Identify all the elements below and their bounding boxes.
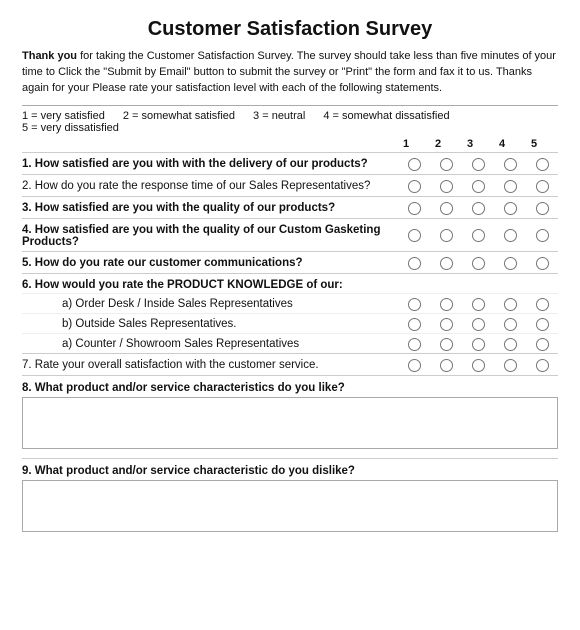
question-6a-text: a) Order Desk / Inside Sales Representat… [22,298,398,310]
q3-radio-4[interactable] [504,202,517,215]
q6b-radio-2[interactable] [440,318,453,331]
q1-radio-1[interactable] [408,158,421,171]
question-6c-ratings [398,338,558,351]
col-header-3: 3 [454,138,486,150]
column-headers: 1 2 3 4 5 [22,138,558,150]
scale-1: 1 = very satisfied [22,110,105,122]
q6c-radio-4[interactable] [504,338,517,351]
question-6a-ratings [398,298,558,311]
q3-radio-2[interactable] [440,202,453,215]
question-8-textarea[interactable] [22,397,558,449]
question-1-ratings [398,158,558,171]
q3-radio-3[interactable] [472,202,485,215]
q4-radio-4[interactable] [504,229,517,242]
question-7-text: 7. Rate your overall satisfaction with t… [22,359,398,371]
q6a-radio-2[interactable] [440,298,453,311]
q6c-radio-2[interactable] [440,338,453,351]
q1-radio-3[interactable] [472,158,485,171]
q6a-radio-1[interactable] [408,298,421,311]
question-5-text: 5. How do you rate our customer communic… [22,257,398,269]
q2-radio-3[interactable] [472,180,485,193]
q1-radio-5[interactable] [536,158,549,171]
question-row-7: 7. Rate your overall satisfaction with t… [22,353,558,375]
col-header-5: 5 [518,138,550,150]
col-header-1: 1 [390,138,422,150]
question-6b-text: b) Outside Sales Representatives. [22,318,398,330]
q5-radio-4[interactable] [504,257,517,270]
q6a-radio-5[interactable] [536,298,549,311]
q2-radio-2[interactable] [440,180,453,193]
col-header-2: 2 [422,138,454,150]
scale-4: 4 = somewhat dissatisfied [323,110,449,122]
q6c-radio-3[interactable] [472,338,485,351]
intro-text: Thank you for taking the Customer Satisf… [22,49,558,97]
col-header-4: 4 [486,138,518,150]
question-4-ratings [398,229,558,242]
q7-radio-2[interactable] [440,359,453,372]
q1-radio-2[interactable] [440,158,453,171]
q6a-radio-4[interactable] [504,298,517,311]
q6c-radio-5[interactable] [536,338,549,351]
q2-radio-4[interactable] [504,180,517,193]
q2-radio-5[interactable] [536,180,549,193]
q7-radio-3[interactable] [472,359,485,372]
intro-bold: Thank you [22,50,77,62]
q4-radio-3[interactable] [472,229,485,242]
question-8-label: 8. What product and/or service character… [22,375,558,397]
section-6-header: 6. How would you rate the PRODUCT KNOWLE… [22,273,558,293]
q6b-radio-3[interactable] [472,318,485,331]
q7-radio-5[interactable] [536,359,549,372]
question-4-text: 4. How satisfied are you with the qualit… [22,224,398,248]
scale-2: 2 = somewhat satisfied [123,110,235,122]
q6b-radio-4[interactable] [504,318,517,331]
question-6b-ratings [398,318,558,331]
question-6c-text: a) Counter / Showroom Sales Representati… [22,338,398,350]
q6b-radio-5[interactable] [536,318,549,331]
question-2-text: 2. How do you rate the response time of … [22,180,398,192]
q7-radio-1[interactable] [408,359,421,372]
question-5-ratings [398,257,558,270]
q6a-radio-3[interactable] [472,298,485,311]
question-row-6c: a) Counter / Showroom Sales Representati… [22,333,558,353]
q1-radio-4[interactable] [504,158,517,171]
scale-3: 3 = neutral [253,110,305,122]
question-9-textarea[interactable] [22,480,558,532]
q3-radio-5[interactable] [536,202,549,215]
q5-radio-2[interactable] [440,257,453,270]
question-row-6b: b) Outside Sales Representatives. [22,313,558,333]
question-row-6a: a) Order Desk / Inside Sales Representat… [22,293,558,313]
q5-radio-5[interactable] [536,257,549,270]
question-1-text: 1. How satisfied are you with with the d… [22,158,398,170]
q6c-radio-1[interactable] [408,338,421,351]
q3-radio-1[interactable] [408,202,421,215]
question-2-ratings [398,180,558,193]
q7-radio-4[interactable] [504,359,517,372]
question-row-5: 5. How do you rate our customer communic… [22,251,558,273]
question-7-ratings [398,359,558,372]
question-row-1: 1. How satisfied are you with with the d… [22,152,558,174]
question-9-label: 9. What product and/or service character… [22,458,558,480]
q4-radio-5[interactable] [536,229,549,242]
q4-radio-2[interactable] [440,229,453,242]
intro-rest: for taking the Customer Satisfaction Sur… [22,50,556,94]
question-row-2: 2. How do you rate the response time of … [22,174,558,196]
q6b-radio-1[interactable] [408,318,421,331]
question-3-text: 3. How satisfied are you with the qualit… [22,202,398,214]
question-3-ratings [398,202,558,215]
q5-radio-1[interactable] [408,257,421,270]
scale-5: 5 = very dissatisfied [22,122,119,134]
q5-radio-3[interactable] [472,257,485,270]
page-title: Customer Satisfaction Survey [22,18,558,41]
question-row-4: 4. How satisfied are you with the qualit… [22,218,558,251]
q4-radio-1[interactable] [408,229,421,242]
scale-legend: 1 = very satisfied 2 = somewhat satisfie… [22,105,558,134]
q2-radio-1[interactable] [408,180,421,193]
question-row-3: 3. How satisfied are you with the qualit… [22,196,558,218]
